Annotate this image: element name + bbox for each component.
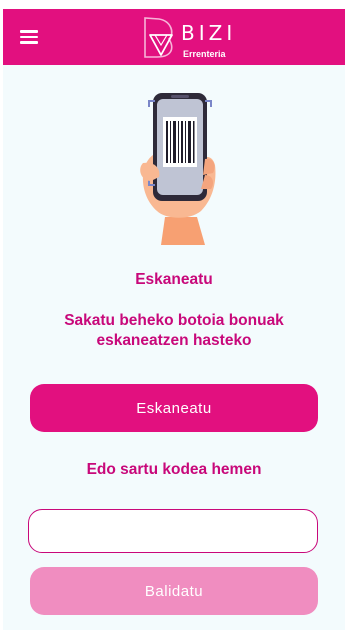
code-entry-label: Edo sartu kodea hemen [86, 461, 262, 478]
page-title: Eskaneatu [135, 271, 213, 288]
instructions-text: Sakatu beheko botoia bonuak eskaneatzen … [64, 312, 284, 349]
hamburger-menu-icon[interactable] [20, 28, 42, 46]
logo-name: BIZI [181, 21, 237, 45]
scan-button[interactable]: Eskaneatu [30, 384, 318, 432]
app-logo: BIZI Errenteria [141, 15, 261, 61]
validate-button[interactable]: Balidatu [30, 567, 318, 615]
app-screen: BIZI Errenteria Eskaneatu Sakatu beheko … [3, 9, 345, 630]
hand-phone-barcode-icon [140, 93, 216, 245]
code-input[interactable] [28, 509, 318, 553]
logo-subtitle: Errenteria [183, 49, 226, 59]
bizi-logo-mark-icon [144, 17, 173, 58]
top-app-bar: BIZI Errenteria [3, 9, 345, 65]
